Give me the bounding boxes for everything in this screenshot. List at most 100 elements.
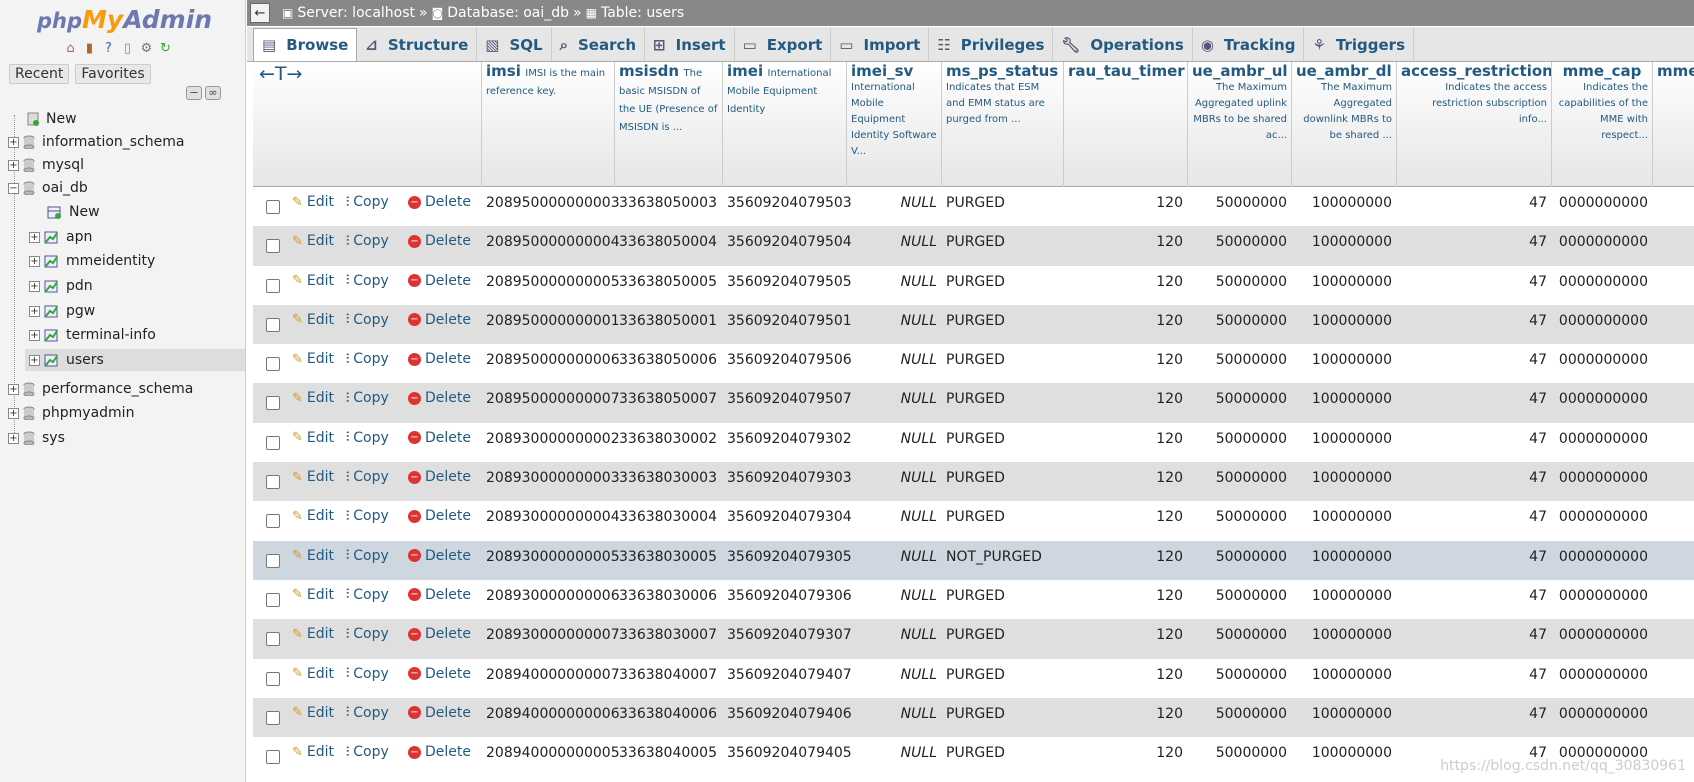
tab-sql[interactable]: ▧ SQL	[477, 28, 552, 61]
copy-link[interactable]: ⫶ Copy	[346, 705, 389, 721]
cell-msisdn[interactable]: 33638040005	[619, 745, 717, 761]
cell-imei[interactable]: 35609204079304	[727, 509, 852, 525]
edit-link[interactable]: ✎ Edit	[292, 587, 334, 603]
cell-imsi[interactable]: 208950000000001	[486, 313, 620, 329]
tree-item-mysql[interactable]: + mysql	[8, 154, 84, 176]
copy-link[interactable]: ⫶ Copy	[346, 508, 389, 524]
cell-imei-sv[interactable]: NULL	[846, 431, 937, 447]
cell-ue-ambr-dl[interactable]: 100000000	[1291, 274, 1392, 290]
tab-structure[interactable]: ⊿ Structure	[357, 28, 478, 61]
cell-rau-tau-timer[interactable]: 120	[1063, 706, 1183, 722]
cell-ue-ambr-dl[interactable]: 100000000	[1291, 745, 1392, 761]
cell-ue-ambr-dl[interactable]: 100000000	[1291, 234, 1392, 250]
table-row[interactable]: ✎ Edit ⫶ Copy − Delete 208930000000007 33638030…	[253, 619, 1694, 659]
cell-ue-ambr-ul[interactable]: 50000000	[1187, 313, 1287, 329]
column-header-mme-cap[interactable]: mme_cap Indicates the capabilities of th…	[1551, 62, 1652, 187]
cell-ms-ps-status[interactable]: PURGED	[946, 391, 1005, 407]
column-header-ue-ambr-ul[interactable]: ue_ambr_ul The Maximum Aggregated uplink…	[1187, 62, 1291, 187]
column-name[interactable]: imsi	[486, 62, 521, 80]
cell-ms-ps-status[interactable]: NOT_PURGED	[946, 549, 1042, 565]
delete-link[interactable]: − Delete	[408, 705, 471, 721]
cell-imei[interactable]: 35609204079405	[727, 745, 852, 761]
breadcrumb-table[interactable]: Table: users	[601, 5, 684, 21]
column-header-imei-sv[interactable]: imei_sv International Mobile Equipment I…	[846, 62, 941, 187]
expand-icon[interactable]: +	[8, 432, 19, 444]
edit-link[interactable]: ✎ Edit	[292, 548, 334, 564]
tree-item-new-database[interactable]: New	[27, 108, 77, 130]
cell-rau-tau-timer[interactable]: 120	[1063, 667, 1183, 683]
table-row[interactable]: ✎ Edit ⫶ Copy − Delete 208950000000005 33638050…	[253, 265, 1694, 305]
expand-icon[interactable]: +	[29, 255, 40, 267]
tree-item-performance-schema[interactable]: + performance_schema	[8, 378, 193, 400]
table-row[interactable]: ✎ Edit ⫶ Copy − Delete 208950000000007 33638050…	[253, 383, 1694, 423]
column-header-ms-ps-status[interactable]: ms_ps_status Indicates that ESM and EMM …	[941, 62, 1063, 187]
cell-imsi[interactable]: 208950000000003	[486, 195, 620, 211]
cell-rau-tau-timer[interactable]: 120	[1063, 274, 1183, 290]
tree-item-mmeidentity[interactable]: + mmeidentity	[29, 250, 155, 272]
row-checkbox[interactable]	[266, 553, 280, 568]
cell-imei-sv[interactable]: NULL	[846, 195, 937, 211]
cell-ue-ambr-dl[interactable]: 100000000	[1291, 667, 1392, 683]
cell-mme-cap[interactable]: 0000000000	[1551, 391, 1648, 407]
phpmyadmin-logo[interactable]: phpMyAdmin	[37, 5, 212, 34]
row-checkbox[interactable]	[266, 671, 280, 686]
cell-rau-tau-timer[interactable]: 120	[1063, 391, 1183, 407]
cell-ue-ambr-ul[interactable]: 50000000	[1187, 234, 1287, 250]
cell-ue-ambr-ul[interactable]: 50000000	[1187, 627, 1287, 643]
delete-link[interactable]: − Delete	[408, 312, 471, 328]
column-header-rau-tau-timer[interactable]: rau_tau_timer	[1063, 62, 1187, 187]
cell-imsi[interactable]: 208930000000002	[486, 431, 620, 447]
cell-imsi[interactable]: 208930000000003	[486, 470, 620, 486]
row-checkbox[interactable]	[266, 396, 280, 411]
tree-item-pgw[interactable]: + pgw	[29, 300, 95, 322]
cell-rau-tau-timer[interactable]: 120	[1063, 195, 1183, 211]
cell-ue-ambr-dl[interactable]: 100000000	[1291, 627, 1392, 643]
cell-ue-ambr-ul[interactable]: 50000000	[1187, 274, 1287, 290]
edit-link[interactable]: ✎ Edit	[292, 312, 334, 328]
cell-imsi[interactable]: 208930000000005	[486, 549, 620, 565]
copy-link[interactable]: ⫶ Copy	[346, 626, 389, 642]
cell-imei-sv[interactable]: NULL	[846, 352, 937, 368]
table-row[interactable]: ✎ Edit ⫶ Copy − Delete 208930000000005 33638030…	[253, 540, 1694, 580]
cell-imei-sv[interactable]: NULL	[846, 274, 937, 290]
cell-imei[interactable]: 35609204079306	[727, 588, 852, 604]
edit-link[interactable]: ✎ Edit	[292, 469, 334, 485]
table-row[interactable]: ✎ Edit ⫶ Copy − Delete 208940000000007 33638040…	[253, 658, 1694, 698]
column-name[interactable]: mme_cap	[1556, 62, 1648, 80]
logout-icon[interactable]: ▮	[82, 41, 97, 56]
delete-link[interactable]: − Delete	[408, 430, 471, 446]
expand-icon[interactable]: +	[29, 329, 40, 341]
cell-mme-cap[interactable]: 0000000000	[1551, 706, 1648, 722]
help-icon[interactable]: ?	[101, 41, 116, 56]
table-row[interactable]: ✎ Edit ⫶ Copy − Delete 208940000000006 33638040…	[253, 697, 1694, 738]
cell-imei-sv[interactable]: NULL	[846, 313, 937, 329]
cell-imsi[interactable]: 208940000000005	[486, 745, 620, 761]
row-checkbox[interactable]	[266, 357, 280, 372]
cell-ue-ambr-ul[interactable]: 50000000	[1187, 549, 1287, 565]
row-checkbox[interactable]	[266, 514, 280, 529]
cell-mme-cap[interactable]: 0000000000	[1551, 470, 1648, 486]
cell-mme-cap[interactable]: 0000000000	[1551, 667, 1648, 683]
copy-link[interactable]: ⫶ Copy	[346, 430, 389, 446]
tree-item-apn[interactable]: + apn	[29, 226, 92, 248]
cell-mme-cap[interactable]: 0000000000	[1551, 549, 1648, 565]
delete-link[interactable]: − Delete	[408, 744, 471, 760]
cell-ue-ambr-ul[interactable]: 50000000	[1187, 470, 1287, 486]
row-checkbox[interactable]	[266, 317, 280, 332]
cell-mme-cap[interactable]: 0000000000	[1551, 234, 1648, 250]
cell-imei[interactable]: 35609204079504	[727, 234, 852, 250]
row-checkbox[interactable]	[266, 475, 280, 490]
cell-access-restriction[interactable]: 47	[1396, 234, 1547, 250]
cell-ue-ambr-dl[interactable]: 100000000	[1291, 470, 1392, 486]
breadcrumb-database[interactable]: Database: oai_db	[447, 5, 569, 21]
edit-link[interactable]: ✎ Edit	[292, 626, 334, 642]
cell-imei-sv[interactable]: NULL	[846, 667, 937, 683]
cell-imei-sv[interactable]: NULL	[846, 706, 937, 722]
cell-access-restriction[interactable]: 47	[1396, 313, 1547, 329]
table-row[interactable]: ✎ Edit ⫶ Copy − Delete 208950000000003 33638050…	[253, 187, 1694, 227]
cell-mme-cap[interactable]: 0000000000	[1551, 274, 1648, 290]
copy-link[interactable]: ⫶ Copy	[346, 233, 389, 249]
table-row[interactable]: ✎ Edit ⫶ Copy − Delete 208950000000004 33638050…	[253, 226, 1694, 266]
row-checkbox[interactable]	[266, 239, 280, 254]
cell-imei-sv[interactable]: NULL	[846, 234, 937, 250]
